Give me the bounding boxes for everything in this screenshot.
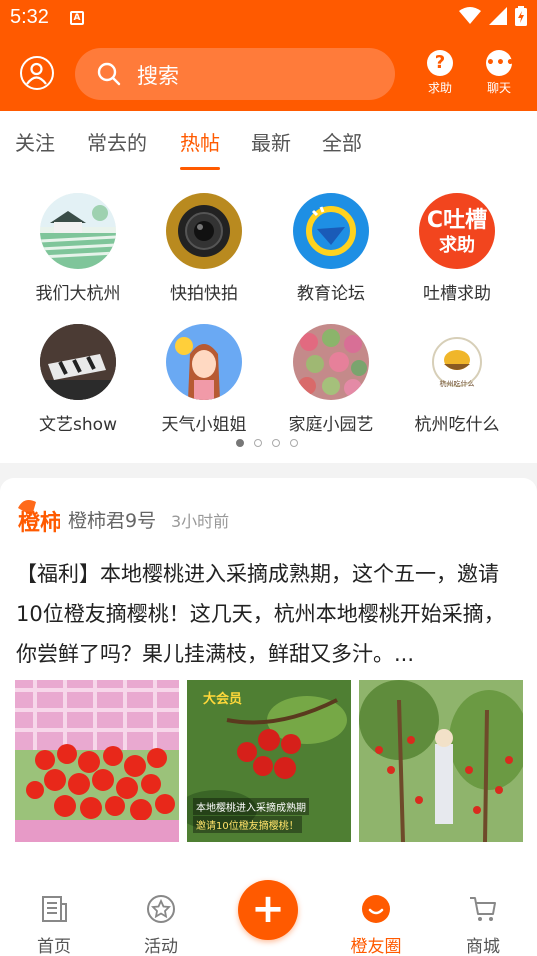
photo-caption-line1: 本地樱桃进入采摘成熟期 — [193, 798, 309, 815]
category-label: 天气小姐姐 — [161, 415, 247, 435]
category-arts-show[interactable]: 文艺show — [18, 324, 138, 435]
battery-icon — [515, 6, 527, 26]
svg-text:求助: 求助 — [439, 234, 475, 256]
tab-all[interactable]: 全部 — [322, 127, 362, 156]
status-bar: 5:32 A — [0, 0, 537, 36]
chat-button[interactable]: ••• 聊天 — [479, 50, 519, 100]
post-photo-orchard[interactable] — [359, 680, 523, 842]
plus-icon: + — [251, 886, 285, 932]
search-placeholder: 搜索 — [137, 64, 179, 88]
page-dot[interactable] — [254, 439, 262, 447]
author-logo-icon: 橙柿 — [18, 500, 60, 536]
bottom-navigation: 首页 活动 + 橙友圈 商城 — [0, 878, 537, 956]
photo-caption-badge: 大会员 — [203, 692, 243, 707]
food-bowl-logo-icon: 杭州吃什么 — [419, 324, 495, 400]
category-snapshot[interactable]: 快拍快拍 — [144, 193, 264, 304]
notification-a-icon: A — [70, 11, 84, 25]
page-dot[interactable] — [236, 439, 244, 447]
nav-label: 商城 — [466, 937, 500, 956]
svg-text:C吐槽: C吐槽 — [427, 208, 487, 233]
help-label: 求助 — [427, 81, 452, 95]
nav-orange-circle[interactable]: 橙友圈 — [336, 894, 416, 956]
film-clapper-icon — [40, 324, 116, 400]
star-circle-icon — [147, 895, 175, 923]
nav-label: 橙友圈 — [350, 937, 402, 956]
category-hangzhou-food[interactable]: 杭州吃什么 杭州吃什么 — [397, 324, 517, 435]
svg-text:杭州吃什么: 杭州吃什么 — [440, 379, 475, 388]
nav-label: 首页 — [37, 937, 71, 956]
category-weather-girl[interactable]: 天气小姐姐 — [144, 324, 264, 435]
post-card[interactable]: 橙柿 橙柿君9号 3小时前 【福利】本地樱桃进入采摘成熟期，这个五一，邀请10位… — [0, 478, 537, 878]
tab-frequent[interactable]: 常去的 — [87, 127, 147, 156]
category-complain-help[interactable]: C吐槽 求助 吐槽求助 — [397, 193, 517, 304]
profile-button[interactable] — [20, 56, 54, 90]
system-icons — [459, 6, 527, 26]
rice-field-illustration-icon — [40, 193, 116, 269]
user-icon — [26, 62, 47, 85]
tab-latest[interactable]: 最新 — [251, 127, 291, 156]
category-label: 吐槽求助 — [423, 284, 491, 304]
wifi-icon — [459, 7, 481, 24]
nav-mall[interactable]: 商城 — [443, 894, 523, 956]
photo-caption-line2: 邀请10位橙友摘樱桃！ — [193, 816, 302, 833]
category-label: 我们大杭州 — [35, 284, 121, 304]
tab-following[interactable]: 关注 — [15, 127, 55, 156]
category-label: 快拍快拍 — [170, 284, 238, 304]
shopping-cart-icon — [470, 897, 496, 921]
complain-help-badge-icon: C吐槽 求助 — [419, 193, 495, 269]
question-icon: ? — [427, 50, 453, 76]
chat-label: 聊天 — [486, 81, 511, 95]
weather-girl-avatar-icon — [166, 324, 242, 400]
chat-bubble-icon: ••• — [486, 50, 515, 76]
category-label: 杭州吃什么 — [414, 415, 500, 435]
feed-tabs: 关注 常去的 热帖 最新 全部 — [0, 111, 537, 171]
post-photo-cherry-branch[interactable]: 大会员 本地樱桃进入采摘成熟期 邀请10位橙友摘樱桃！ — [187, 680, 351, 842]
speech-bubble-icon — [293, 193, 369, 269]
help-button[interactable]: ? 求助 — [420, 50, 460, 100]
camera-lens-icon — [166, 193, 242, 269]
page-dot[interactable] — [290, 439, 298, 447]
succulent-plants-icon — [293, 324, 369, 400]
carousel-pagination — [236, 439, 298, 447]
category-home-gardening[interactable]: 家庭小园艺 — [271, 324, 391, 435]
search-input[interactable]: 搜索 — [75, 48, 395, 100]
app-screen: 5:32 A 搜索 ? 求助 ••• 聊天 关注 常去的 热帖 最新 全部 我们… — [0, 0, 537, 956]
category-education[interactable]: 教育论坛 — [271, 193, 391, 304]
search-icon — [97, 62, 121, 86]
smile-circle-icon — [362, 895, 390, 923]
active-tab-indicator — [180, 167, 220, 170]
post-photo-cherries-basket[interactable] — [15, 680, 179, 842]
signal-icon — [489, 7, 507, 25]
post-photos: 大会员 本地樱桃进入采摘成熟期 邀请10位橙友摘樱桃！ — [15, 680, 523, 842]
top-header: 5:32 A 搜索 ? 求助 ••• 聊天 — [0, 0, 537, 111]
post-text[interactable]: 【福利】本地樱桃进入采摘成熟期，这个五一，邀请10位橙友摘樱桃！这几天，杭州本地… — [16, 554, 524, 674]
post-time: 3小时前 — [171, 512, 230, 531]
category-label: 家庭小园艺 — [288, 415, 374, 435]
post-author[interactable]: 橙柿君9号 — [68, 506, 156, 533]
svg-text:橙柿: 橙柿 — [18, 510, 60, 536]
category-grid: 我们大杭州 快拍快拍 教育论坛 C吐槽 求助 吐槽求助 文艺show 天气小姐姐… — [0, 171, 537, 463]
newspaper-icon — [42, 896, 67, 922]
page-dot[interactable] — [272, 439, 280, 447]
category-label: 教育论坛 — [297, 284, 365, 304]
nav-activities[interactable]: 活动 — [121, 894, 201, 956]
create-post-button[interactable]: + — [238, 880, 298, 940]
status-time: 5:32 — [10, 6, 49, 28]
nav-label: 活动 — [144, 937, 178, 956]
tab-hot-posts[interactable]: 热帖 — [180, 127, 220, 156]
nav-home[interactable]: 首页 — [14, 894, 94, 956]
category-hangzhou[interactable]: 我们大杭州 — [18, 193, 138, 304]
category-label: 文艺show — [39, 415, 117, 435]
